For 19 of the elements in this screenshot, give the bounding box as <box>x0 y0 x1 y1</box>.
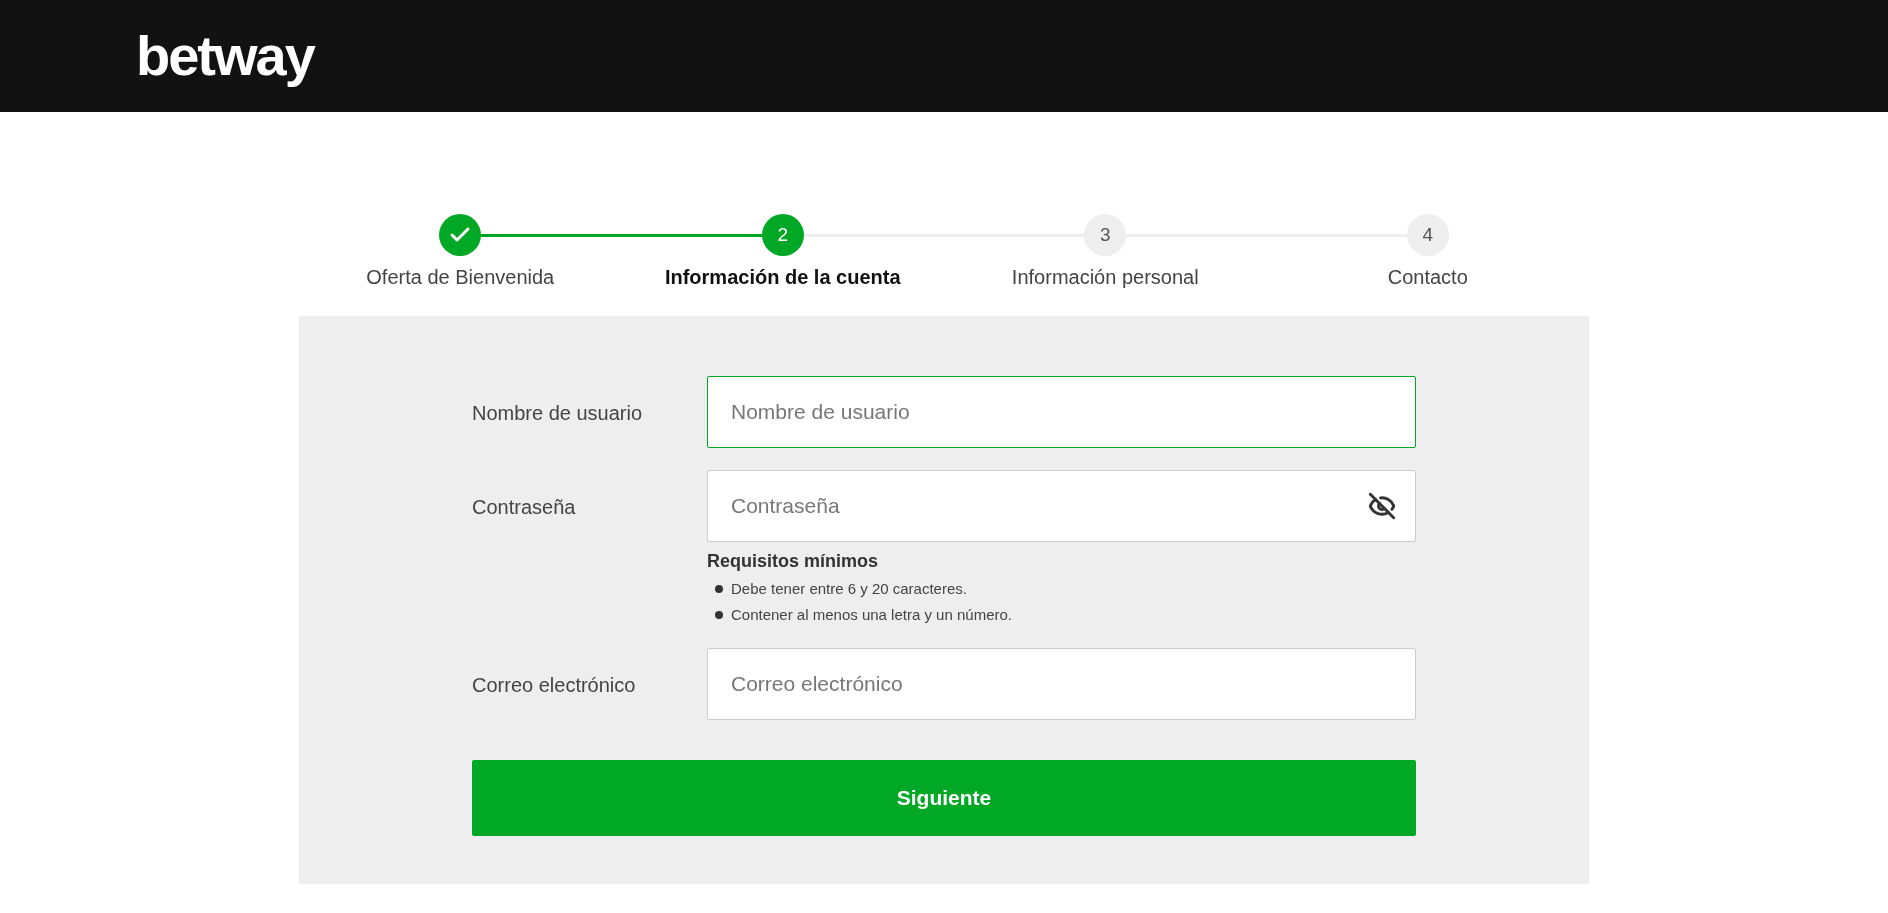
input-field[interactable]: Nombre de usuario <box>707 376 1416 448</box>
input-field[interactable]: Correo electrónico <box>707 648 1416 720</box>
step-label: Información de la cuenta <box>664 265 901 290</box>
step-label: Oferta de Bienvenida <box>366 265 555 290</box>
bullet-icon <box>715 610 723 619</box>
requirements-title: Requisitos mínimos <box>707 550 880 573</box>
field-label: Correo electrónico <box>472 673 637 698</box>
bullet-icon <box>715 585 723 594</box>
hide-password-icon[interactable] <box>1368 492 1396 520</box>
field-label: Contraseña <box>472 495 577 520</box>
step-label: Contacto <box>1387 265 1468 290</box>
requirement-text: Debe tener entre 6 y 20 caracteres. <box>731 579 967 599</box>
step-label: Información personal <box>1011 265 1199 290</box>
step-number: 2 <box>777 222 789 247</box>
password-field[interactable]: Contraseña <box>707 470 1416 542</box>
step-number: 3 <box>1099 222 1111 247</box>
step-number: 4 <box>1422 222 1434 247</box>
requirement-text: Contener al menos una letra y un número. <box>731 604 1012 625</box>
field-label: Nombre de usuario <box>472 401 644 426</box>
